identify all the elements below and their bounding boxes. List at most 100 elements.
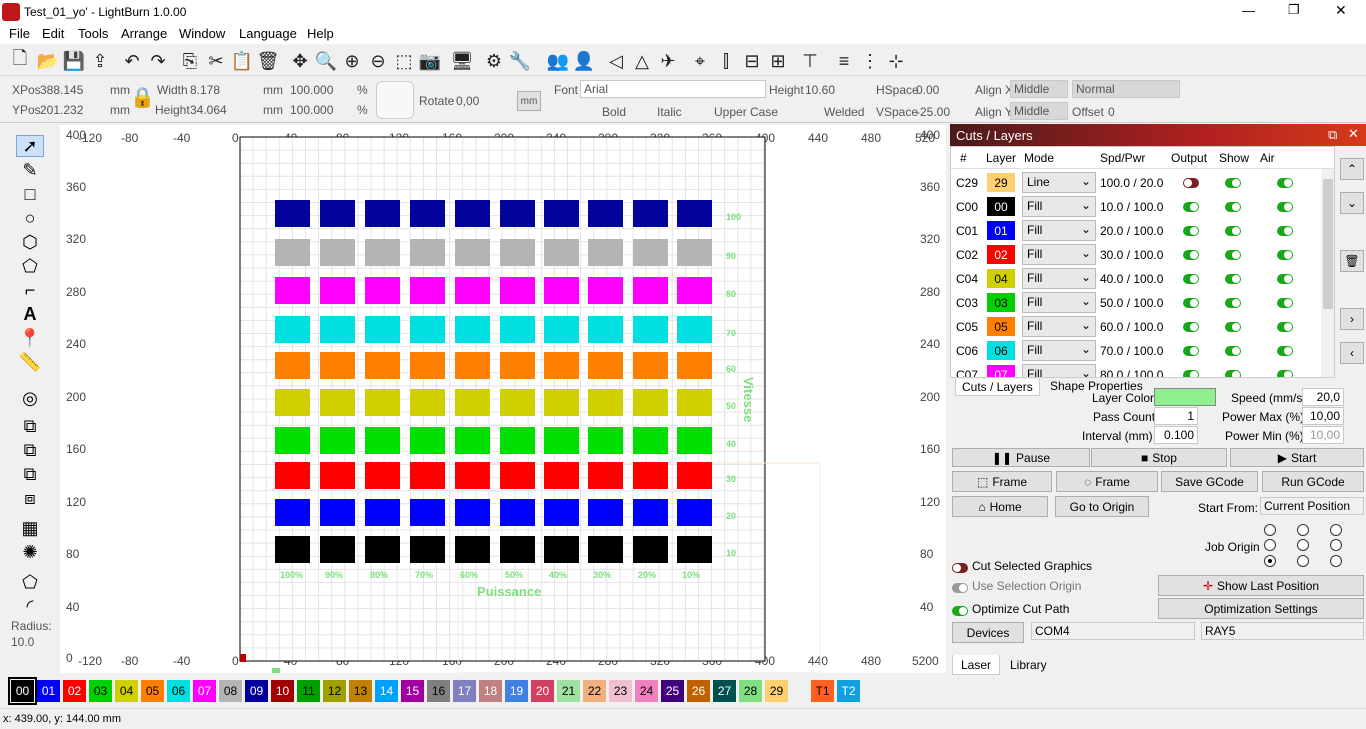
output-toggle[interactable] [1183,178,1199,188]
layer-color-chip[interactable]: 07 [987,365,1015,377]
show-toggle[interactable] [1225,274,1241,284]
test-swatch[interactable] [500,389,535,416]
test-swatch[interactable] [588,389,623,416]
test-swatch[interactable] [455,389,490,416]
test-swatch[interactable] [677,499,712,526]
power-max-input[interactable]: 10,00 [1302,407,1344,425]
test-swatch[interactable] [677,352,712,379]
test-swatch[interactable] [455,316,490,343]
test-swatch[interactable] [633,239,668,266]
palette-color-17[interactable]: 17 [453,680,476,702]
palette-color-13[interactable]: 13 [349,680,372,702]
test-swatch[interactable] [500,277,535,304]
layer-mode-select[interactable]: Fill ⌄ [1022,364,1096,377]
rotate-input[interactable]: 0,00 [456,94,479,108]
devices-button[interactable]: Devices [952,622,1024,643]
scale-x-input[interactable]: 100.000 [290,83,333,97]
frame-tool-icon[interactable]: ⌐ [16,279,44,301]
job-origin-radio[interactable] [1330,539,1342,551]
circular-array-icon[interactable]: ✺ [16,541,44,563]
test-swatch[interactable] [633,316,668,343]
test-swatch[interactable] [544,352,579,379]
pass-count-input[interactable]: 1 [1154,407,1198,425]
save-gcode-button[interactable]: Save GCode [1161,471,1258,492]
canvas-svg[interactable]: -120-80-40040801201602002402803203604004… [60,125,946,674]
air-toggle[interactable] [1277,346,1293,356]
palette-color-22[interactable]: 22 [583,680,606,702]
tools-icon[interactable]: 🔧 [508,49,532,73]
job-origin-radio[interactable] [1264,524,1276,536]
home-button[interactable]: ⌂ Home [952,496,1048,517]
vspace-input[interactable]: -25.00 [916,105,950,119]
float-icon[interactable]: ⧉ [1328,127,1337,143]
palette-color-23[interactable]: 23 [609,680,632,702]
test-swatch[interactable] [588,239,623,266]
palette-color-11[interactable]: 11 [297,680,320,702]
air-toggle[interactable] [1277,178,1293,188]
test-swatch[interactable] [633,499,668,526]
bold-toggle[interactable]: Bold [584,105,626,119]
test-swatch[interactable] [588,427,623,454]
output-toggle[interactable] [1183,250,1199,260]
test-swatch[interactable] [365,200,400,227]
test-swatch[interactable] [275,389,310,416]
move-up-button[interactable]: ⌃ [1340,158,1364,180]
zoom-selection-icon[interactable]: ⬚ [392,49,416,73]
show-toggle[interactable] [1225,346,1241,356]
palette-color-07[interactable]: 07 [193,680,216,702]
delete-icon[interactable]: 🗑 [256,49,280,73]
test-swatch[interactable] [275,316,310,343]
show-toggle[interactable] [1225,226,1241,236]
measure-tool-icon[interactable]: 📏 [16,351,44,373]
palette-color-28[interactable]: 28 [739,680,762,702]
palette-color-27[interactable]: 27 [713,680,736,702]
test-swatch[interactable] [588,536,623,563]
xpos-input[interactable]: 388.145 [40,83,83,97]
test-swatch[interactable] [275,427,310,454]
test-swatch[interactable] [410,499,445,526]
polygon-icon[interactable]: ⬡ [16,231,44,253]
position-tool-icon[interactable]: 📍 [16,327,44,349]
output-toggle[interactable] [1183,202,1199,212]
test-swatch[interactable] [320,277,355,304]
palette-color-25[interactable]: 25 [661,680,684,702]
mirror-v-icon[interactable]: △ [630,49,654,73]
layer-row[interactable]: C06 06 Fill ⌄ 70.0 / 100.0 [953,339,1333,363]
test-swatch[interactable] [633,200,668,227]
test-swatch[interactable] [365,389,400,416]
optimization-settings-button[interactable]: Optimization Settings [1158,598,1364,619]
test-swatch[interactable] [455,239,490,266]
palette-color-16[interactable]: 16 [427,680,450,702]
layer-row[interactable]: C04 04 Fill ⌄ 40.0 / 100.0 [953,267,1333,291]
menu-help[interactable]: Help [307,26,334,41]
air-toggle[interactable] [1277,202,1293,212]
radius-input[interactable]: 10.0 [11,635,34,649]
interval-input[interactable]: 0.100 [1154,426,1198,444]
layer-mode-select[interactable]: Fill ⌄ [1022,316,1096,337]
show-toggle[interactable] [1225,298,1241,308]
palette-color-26[interactable]: 26 [687,680,710,702]
test-swatch[interactable] [544,462,579,489]
test-swatch[interactable] [365,499,400,526]
aligny-select[interactable]: Middle [1010,102,1068,120]
show-toggle[interactable] [1225,250,1241,260]
ypos-input[interactable]: 201.232 [40,103,83,117]
corner-radius-icon[interactable]: ◜ [16,595,44,617]
test-swatch[interactable] [544,316,579,343]
palette-color-29[interactable]: 29 [765,680,788,702]
output-toggle[interactable] [1183,298,1199,308]
hspace-input[interactable]: 0.00 [916,83,939,97]
union-icon[interactable]: ⧉ [16,439,44,461]
height-input[interactable]: 34.064 [190,103,227,117]
delete-layer-icon[interactable]: 🗑 [1340,250,1364,272]
test-swatch[interactable] [320,239,355,266]
layer-row[interactable]: C01 01 Fill ⌄ 20.0 / 100.0 [953,219,1333,243]
align-left-icon[interactable]: ⫿ [714,49,738,73]
paste-icon[interactable]: 📋 [230,49,254,73]
cut-icon[interactable]: ✂ [204,49,228,73]
open-file-icon[interactable]: 📂 [36,49,60,73]
test-swatch[interactable] [677,200,712,227]
air-toggle[interactable] [1277,226,1293,236]
test-swatch[interactable] [410,239,445,266]
layer-row[interactable]: C07 07 Fill ⌄ 80.0 / 100.0 [953,363,1333,377]
